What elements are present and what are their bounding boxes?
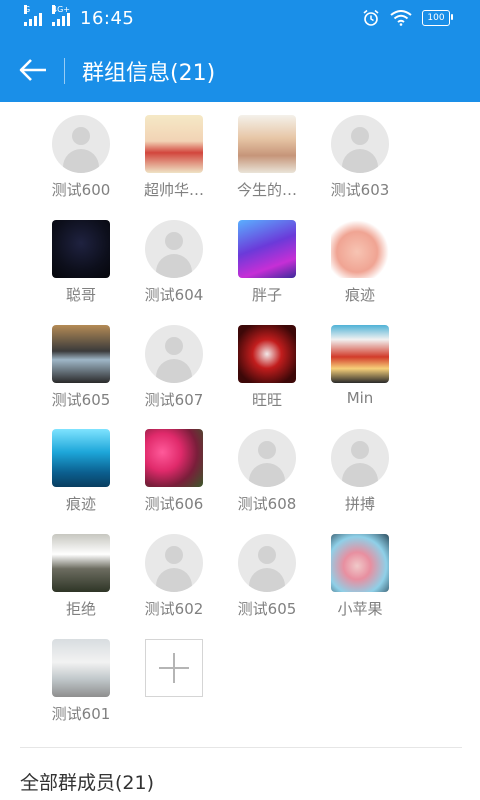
- default-avatar-icon[interactable]: [145, 219, 203, 278]
- member-item[interactable]: 今生的…: [222, 115, 312, 200]
- member-item[interactable]: 超帅华…: [129, 115, 219, 200]
- avatar-body: [342, 463, 378, 488]
- network-label-4g: 4G+: [52, 4, 70, 14]
- wifi-icon: [390, 10, 412, 26]
- default-avatar-icon[interactable]: [238, 429, 296, 488]
- avatar-body: [156, 253, 192, 278]
- avatar-cartoon-boy[interactable]: [145, 115, 203, 173]
- member-name: 测试607: [144, 390, 204, 409]
- signal-icon: G: [24, 4, 42, 26]
- member-item[interactable]: 痕迹: [36, 429, 126, 514]
- member-name: 测试605: [237, 600, 297, 619]
- network-label-g: G: [24, 4, 31, 14]
- member-item[interactable]: 测试603: [315, 115, 405, 200]
- avatar-body: [342, 149, 378, 173]
- avatar-head: [258, 441, 276, 460]
- member-name: Min: [346, 388, 374, 407]
- avatar-purple-phone[interactable]: [238, 219, 296, 278]
- member-item[interactable]: 聪哥: [36, 219, 126, 305]
- member-item[interactable]: 胖子: [222, 219, 312, 305]
- avatar-head: [72, 127, 90, 145]
- member-name: 测试604: [144, 285, 204, 304]
- avatar-body: [156, 568, 192, 593]
- member-item[interactable]: 测试605: [222, 534, 312, 619]
- avatar-girl-photo[interactable]: [331, 534, 389, 593]
- member-item[interactable]: 测试608: [222, 429, 312, 514]
- plus-icon[interactable]: [145, 639, 203, 697]
- member-item[interactable]: 拒绝: [36, 534, 126, 619]
- member-name: 聪哥: [65, 285, 96, 304]
- member-item[interactable]: 测试601: [36, 639, 126, 724]
- member-name: 胖子: [251, 285, 282, 304]
- section-divider: [20, 747, 462, 748]
- member-name: 超帅华…: [143, 181, 204, 199]
- avatar-head: [165, 336, 183, 355]
- member-name: 测试602: [144, 600, 204, 619]
- add-member-button[interactable]: [129, 639, 219, 697]
- default-avatar-icon[interactable]: [331, 115, 389, 173]
- avatar-head: [351, 441, 369, 460]
- member-name: 拼搏: [344, 495, 375, 514]
- member-item[interactable]: 拼搏: [315, 429, 405, 514]
- avatar-pig-cartoon[interactable]: [331, 219, 389, 278]
- default-avatar-icon[interactable]: [238, 534, 296, 593]
- title-bar: 群组信息(21): [0, 38, 480, 102]
- avatar-laptop-photo[interactable]: [52, 324, 110, 383]
- member-name: 测试608: [237, 495, 297, 514]
- avatar-head: [351, 127, 369, 145]
- avatar-red-figure[interactable]: [238, 324, 296, 383]
- avatar-hands-photo[interactable]: [238, 115, 296, 173]
- battery-level: 100: [427, 13, 445, 23]
- member-name: 测试606: [144, 495, 204, 514]
- default-avatar-icon[interactable]: [331, 429, 389, 488]
- back-arrow-icon[interactable]: [18, 56, 48, 84]
- avatar-head: [165, 546, 183, 565]
- avatar-body: [156, 358, 192, 383]
- member-name: 痕迹: [344, 285, 375, 304]
- member-name: 测试601: [51, 705, 111, 723]
- avatar-waterfall[interactable]: [52, 534, 110, 593]
- member-name: 小苹果: [337, 600, 383, 619]
- avatar-sunset-banner[interactable]: [331, 324, 389, 383]
- member-name: 旺旺: [251, 390, 282, 409]
- avatar-body: [63, 149, 99, 173]
- signal-icon-4g: 4G+: [52, 4, 70, 26]
- avatar-fish-underwater[interactable]: [52, 429, 110, 488]
- alarm-icon: [363, 9, 379, 26]
- member-item[interactable]: 旺旺: [222, 324, 312, 410]
- avatar-body: [249, 568, 285, 593]
- avatar-flowers[interactable]: [145, 429, 203, 488]
- member-item[interactable]: 测试606: [129, 429, 219, 514]
- title-divider: [64, 58, 65, 84]
- member-item[interactable]: Min: [315, 324, 405, 407]
- avatar-boy-photo[interactable]: [52, 639, 110, 697]
- member-name: 测试600: [51, 181, 111, 199]
- member-name: 测试603: [330, 181, 390, 199]
- member-item[interactable]: 测试607: [129, 324, 219, 410]
- default-avatar-icon[interactable]: [145, 534, 203, 593]
- member-item[interactable]: 测试604: [129, 219, 219, 305]
- member-item[interactable]: 测试602: [129, 534, 219, 619]
- clock: 16:45: [80, 8, 135, 29]
- member-item[interactable]: 测试600: [36, 115, 126, 200]
- member-name: 测试605: [51, 390, 111, 409]
- member-name: 今生的…: [236, 181, 297, 199]
- default-avatar-icon[interactable]: [52, 115, 110, 173]
- avatar-head: [165, 231, 183, 250]
- member-name: 拒绝: [65, 600, 96, 619]
- all-members-link[interactable]: 全部群成员(21): [20, 768, 154, 795]
- avatar-body: [249, 463, 285, 488]
- battery-icon: 100: [422, 10, 453, 26]
- avatar-dark-photo[interactable]: [52, 219, 110, 278]
- member-item[interactable]: 小苹果: [315, 534, 405, 619]
- member-item[interactable]: 痕迹: [315, 219, 405, 305]
- member-item[interactable]: 测试605: [36, 324, 126, 410]
- member-name: 痕迹: [65, 495, 96, 514]
- page-title: 群组信息(21): [82, 61, 216, 86]
- avatar-head: [258, 546, 276, 565]
- default-avatar-icon[interactable]: [145, 324, 203, 383]
- status-bar: G 4G+ 16:45 100: [0, 0, 480, 38]
